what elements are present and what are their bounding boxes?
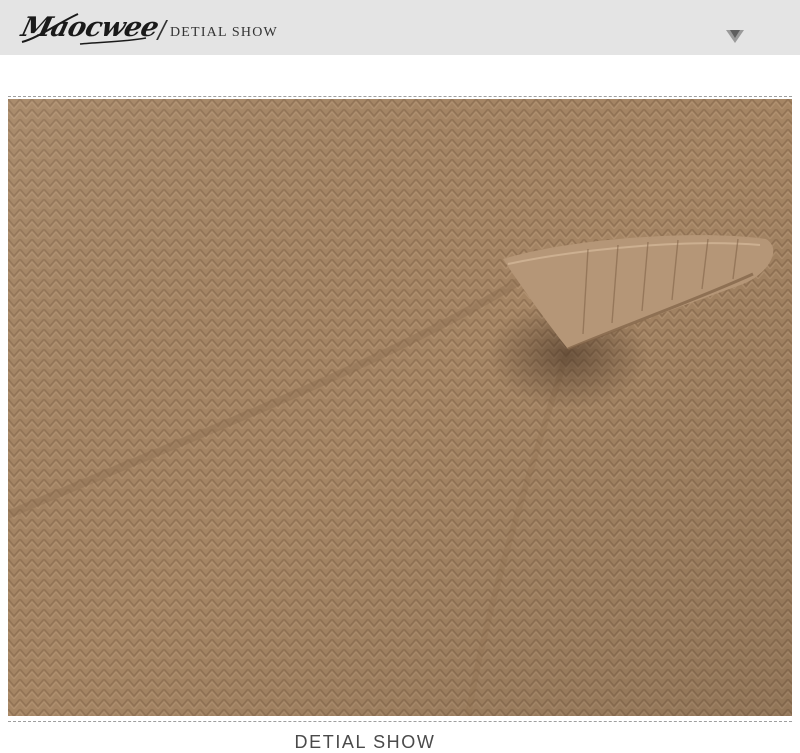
chevron-down-icon[interactable] [725,29,745,45]
footer-caption: DETIAL SHOW [0,732,800,753]
product-photo [8,99,792,716]
section-title: DETIAL SHOW [170,25,278,40]
brand-logo: Maocwee [18,12,162,43]
footer-caption-text: DETIAL SHOW [294,732,436,752]
divider-top [8,96,792,97]
title-divider: / [158,16,167,44]
header-bar: Maocwee / DETIAL SHOW [0,0,800,55]
divider-bottom [8,721,792,722]
knit-fabric-image [8,99,792,716]
